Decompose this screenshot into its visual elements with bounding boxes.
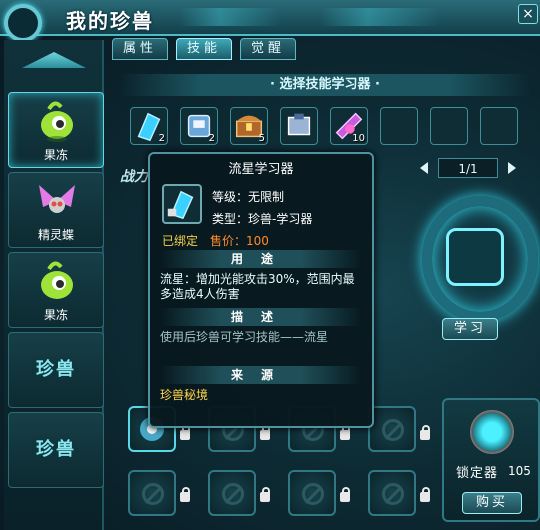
green-jelly-pet-icon: [41, 261, 73, 299]
pet-slot-2[interactable]: 精灵蝶: [8, 172, 104, 248]
lock-icon: [420, 487, 430, 502]
item-slot-8[interactable]: [480, 107, 518, 145]
skill-slot-5[interactable]: [128, 470, 176, 516]
window-title: 我的珍兽: [66, 9, 154, 33]
skill-slot-6[interactable]: [208, 470, 256, 516]
tooltip-source-text: 珍兽秘境: [160, 388, 209, 402]
empty-pet-label: 珍兽: [36, 359, 76, 380]
item-count: 2: [158, 133, 165, 144]
tab-attributes[interactable]: 属性: [112, 38, 168, 60]
item-slot-2[interactable]: 2: [180, 107, 218, 145]
learn-button[interactable]: 学习: [442, 318, 498, 340]
lock-icon: [260, 425, 270, 440]
lock-icon: [420, 425, 430, 440]
tab-awaken[interactable]: 觉醒: [240, 38, 296, 60]
tab-skills[interactable]: 技能: [176, 38, 232, 60]
lock-icon: [260, 487, 270, 502]
pet-name: 果冻: [43, 148, 68, 162]
pet-name: 精灵蝶: [37, 228, 74, 242]
item-slot-4[interactable]: [280, 107, 318, 145]
item-slot-6[interactable]: [380, 107, 418, 145]
locker-label: 锁定器: [456, 466, 499, 481]
pet-slot-empty-2[interactable]: 珍兽: [8, 412, 104, 488]
lock-icon: [340, 425, 350, 440]
item-slot-5[interactable]: 10: [330, 107, 368, 145]
tooltip-item-icon: [162, 184, 202, 224]
header-ornament-icon: [4, 4, 42, 42]
lock-icon: [340, 487, 350, 502]
skill-slot-7[interactable]: [288, 470, 336, 516]
locker-panel: 锁定器 105 购买: [442, 398, 540, 522]
pet-window: 我的珍兽 × 属性 技能 觉醒 果冻 精灵蝶 果冻 珍兽 珍兽 · 选择技能学习…: [0, 0, 540, 530]
tooltip-type: 类型：珍兽-学习器: [212, 212, 313, 226]
disabled-icon: [142, 483, 164, 505]
header-decoration: [180, 8, 280, 26]
tooltip-desc-heading: 描述: [160, 308, 362, 326]
prev-page-arrow-icon[interactable]: [420, 162, 428, 174]
empty-pet-label: 珍兽: [36, 439, 76, 460]
item-slot-7[interactable]: [430, 107, 468, 145]
page-indicator: 1/1: [438, 158, 498, 178]
tooltip-usage-text: 流星：增加光能攻击30%，范围内最多造成4人伤害: [160, 272, 355, 301]
disabled-icon: [302, 483, 324, 505]
header-decoration: [320, 8, 440, 26]
section-title: · 选择技能学习器 ·: [120, 74, 530, 96]
tooltip-title: 流星学习器: [228, 162, 294, 177]
green-jelly-pet-icon: [41, 101, 73, 142]
disabled-icon: [222, 483, 244, 505]
lock-icon: [180, 425, 190, 440]
scroll-up-arrow-icon[interactable]: [22, 52, 86, 68]
next-page-arrow-icon[interactable]: [508, 162, 516, 174]
combat-power-label: 战力: [120, 169, 148, 185]
skill-slot-4[interactable]: [368, 406, 416, 452]
selected-skill-slot[interactable]: [446, 228, 504, 286]
blue-crystal-icon: [167, 190, 194, 220]
item-slot-3[interactable]: 5: [230, 107, 268, 145]
item-slot-1[interactable]: 2: [130, 107, 168, 145]
book-icon: [287, 113, 311, 136]
pet-list-sidebar: 果冻 精灵蝶 果冻 珍兽 珍兽: [4, 40, 104, 530]
pet-slot-empty-1[interactable]: 珍兽: [8, 332, 104, 408]
tooltip-source-heading: 来源: [160, 366, 362, 384]
tooltip-desc-text: 使用后珍兽可学习技能——流星: [160, 330, 329, 344]
buy-button[interactable]: 购买: [462, 492, 522, 514]
tooltip-bound: 已绑定: [162, 234, 199, 248]
item-count: 2: [208, 133, 215, 144]
item-tooltip: 流星学习器 等级：无限制 类型：珍兽-学习器 已绑定 售价：100 用途 流星：…: [148, 152, 374, 428]
pet-slot-3[interactable]: 果冻: [8, 252, 104, 328]
item-pager: 1/1: [418, 158, 518, 178]
item-count: 10: [352, 133, 365, 144]
pet-name: 果冻: [43, 308, 68, 322]
item-count: 5: [258, 133, 265, 144]
disabled-icon: [382, 483, 404, 505]
locker-item-icon: [470, 410, 514, 454]
butterfly-pet-icon: [39, 185, 75, 213]
disabled-icon: [382, 419, 404, 441]
tooltip-price: 售价：100: [210, 234, 269, 248]
locker-count: 105: [508, 464, 531, 478]
tooltip-usage-heading: 用途: [160, 250, 362, 268]
tooltip-level: 等级：无限制: [212, 190, 285, 204]
close-button[interactable]: ×: [518, 4, 538, 24]
pet-slot-1[interactable]: 果冻: [8, 92, 104, 168]
window-header: 我的珍兽 ×: [0, 0, 540, 42]
lock-icon: [180, 487, 190, 502]
skill-slot-8[interactable]: [368, 470, 416, 516]
